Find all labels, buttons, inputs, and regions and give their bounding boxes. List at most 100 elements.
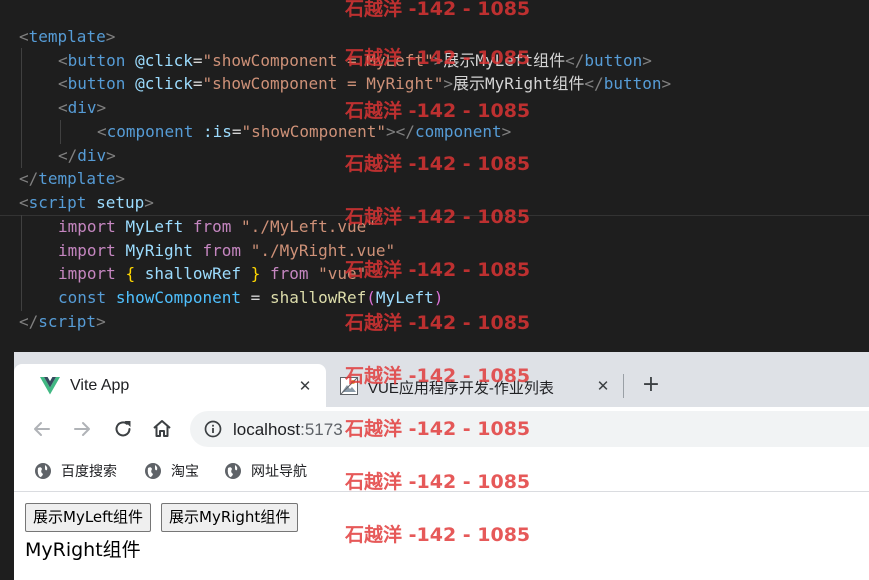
code-token: 展示MyRight组件	[452, 74, 585, 93]
code-token: >	[433, 51, 444, 70]
code-token: "showComponent"	[241, 122, 387, 141]
code-line: </template>	[19, 167, 125, 191]
tab-strip: Vite App ✕ VUE应用程序开发-作业列表 ✕ +	[14, 352, 869, 407]
code-token: <	[58, 74, 68, 93]
new-tab-button[interactable]: +	[640, 372, 662, 398]
code-token: "./MyRight.vue"	[250, 241, 396, 260]
close-icon[interactable]: ✕	[297, 378, 313, 394]
broken-image-icon	[340, 377, 358, 395]
code-token: <	[97, 122, 107, 141]
code-token: MyLeft	[375, 288, 434, 307]
code-token: div	[67, 98, 97, 117]
arrow-right-icon	[74, 422, 90, 436]
code-token: MyLeft	[125, 217, 184, 236]
code-token: >	[96, 312, 106, 331]
code-token: <	[58, 98, 68, 117]
component-output-text: MyRight组件	[25, 539, 141, 561]
home-icon	[153, 420, 171, 437]
reload-button[interactable]	[110, 416, 136, 442]
code-token: shallowRef	[144, 264, 242, 283]
code-token: import	[58, 241, 116, 260]
code-token: 展示MyLeft组件	[443, 51, 566, 70]
code-token: =	[241, 288, 270, 307]
code-token: shallowRef	[269, 288, 367, 307]
code-line: import MyRight from "./MyRight.vue"	[58, 239, 395, 263]
code-token: script	[28, 193, 87, 212]
code-token: ></	[386, 122, 415, 141]
code-line: </script>	[19, 310, 106, 334]
show-myleft-button[interactable]: 展示MyLeft组件	[25, 503, 152, 532]
code-token: component	[106, 122, 194, 141]
code-line: <div>	[58, 96, 106, 120]
url-port: :5173	[300, 420, 343, 439]
globe-icon	[35, 463, 51, 479]
code-line: <button @click="showComponent = MyLeft">…	[58, 49, 652, 73]
code-token: script	[38, 312, 97, 331]
code-token: </	[565, 51, 585, 70]
code-line: <script setup>	[19, 191, 154, 215]
code-token: >	[105, 27, 116, 46]
code-token: </	[58, 146, 78, 165]
code-token: =	[231, 122, 242, 141]
reload-icon	[115, 421, 131, 437]
tab-vite-app[interactable]: Vite App ✕	[14, 364, 326, 407]
code-token: <	[58, 51, 68, 70]
bookmark-baidu-search[interactable]: 百度搜索	[34, 461, 117, 481]
bookmark-url-nav[interactable]: 网址导航	[224, 461, 307, 481]
code-token: </	[19, 312, 39, 331]
tab-title: VUE应用程序开发-作业列表	[368, 380, 554, 397]
code-token: >	[144, 193, 154, 212]
code-token: {	[125, 264, 136, 283]
code-token: (	[366, 288, 376, 307]
code-token: >	[443, 74, 453, 93]
code-token: </	[584, 74, 604, 93]
info-icon	[204, 420, 222, 438]
code-token: >	[96, 98, 107, 117]
code-token: from	[202, 241, 242, 260]
code-token: >	[501, 122, 512, 141]
bookmark-taobao[interactable]: 淘宝	[144, 461, 199, 481]
tab-homework-list[interactable]: VUE应用程序开发-作业列表 ✕	[330, 364, 623, 407]
code-token: >	[661, 74, 672, 93]
code-line: <component :is="showComponent"></compone…	[97, 120, 511, 144]
code-line: <button @click="showComponent = MyRight"…	[58, 72, 671, 96]
code-editor[interactable]: <template> <button @click="showComponent…	[0, 0, 869, 352]
forward-button[interactable]	[69, 416, 95, 442]
show-myright-button[interactable]: 展示MyRight组件	[161, 503, 299, 532]
vue-logo-icon	[40, 377, 60, 395]
browser-window: Vite App ✕ VUE应用程序开发-作业列表 ✕ + localhost:…	[14, 352, 869, 580]
code-token: import	[58, 264, 116, 283]
code-token: from	[269, 264, 309, 283]
globe-icon	[225, 463, 241, 479]
code-token: "vue"	[318, 264, 367, 283]
code-token: @click	[135, 51, 193, 70]
arrow-left-icon	[34, 422, 50, 436]
code-token: "./MyLeft.vue"	[241, 217, 376, 236]
code-line: import { shallowRef } from "vue"	[58, 262, 366, 286]
page-viewport: 展示MyLeft组件 展示MyRight组件 MyRight组件	[14, 493, 869, 580]
home-button[interactable]	[149, 416, 175, 442]
indent-guide	[60, 120, 61, 144]
globe-icon	[145, 463, 161, 479]
address-bar[interactable]: localhost:5173	[190, 411, 869, 447]
tab-title: Vite App	[70, 377, 130, 394]
code-line: </div>	[58, 144, 116, 168]
browser-toolbar: localhost:5173	[14, 407, 869, 452]
code-token: =	[192, 74, 203, 93]
code-token: @click	[135, 74, 193, 93]
close-icon[interactable]: ✕	[595, 378, 611, 394]
back-button[interactable]	[29, 416, 55, 442]
url-text: localhost:5173	[233, 420, 343, 440]
code-token: button	[67, 74, 126, 93]
code-token: template	[28, 27, 106, 46]
code-token: "showComponent = MyRight"	[202, 74, 444, 93]
